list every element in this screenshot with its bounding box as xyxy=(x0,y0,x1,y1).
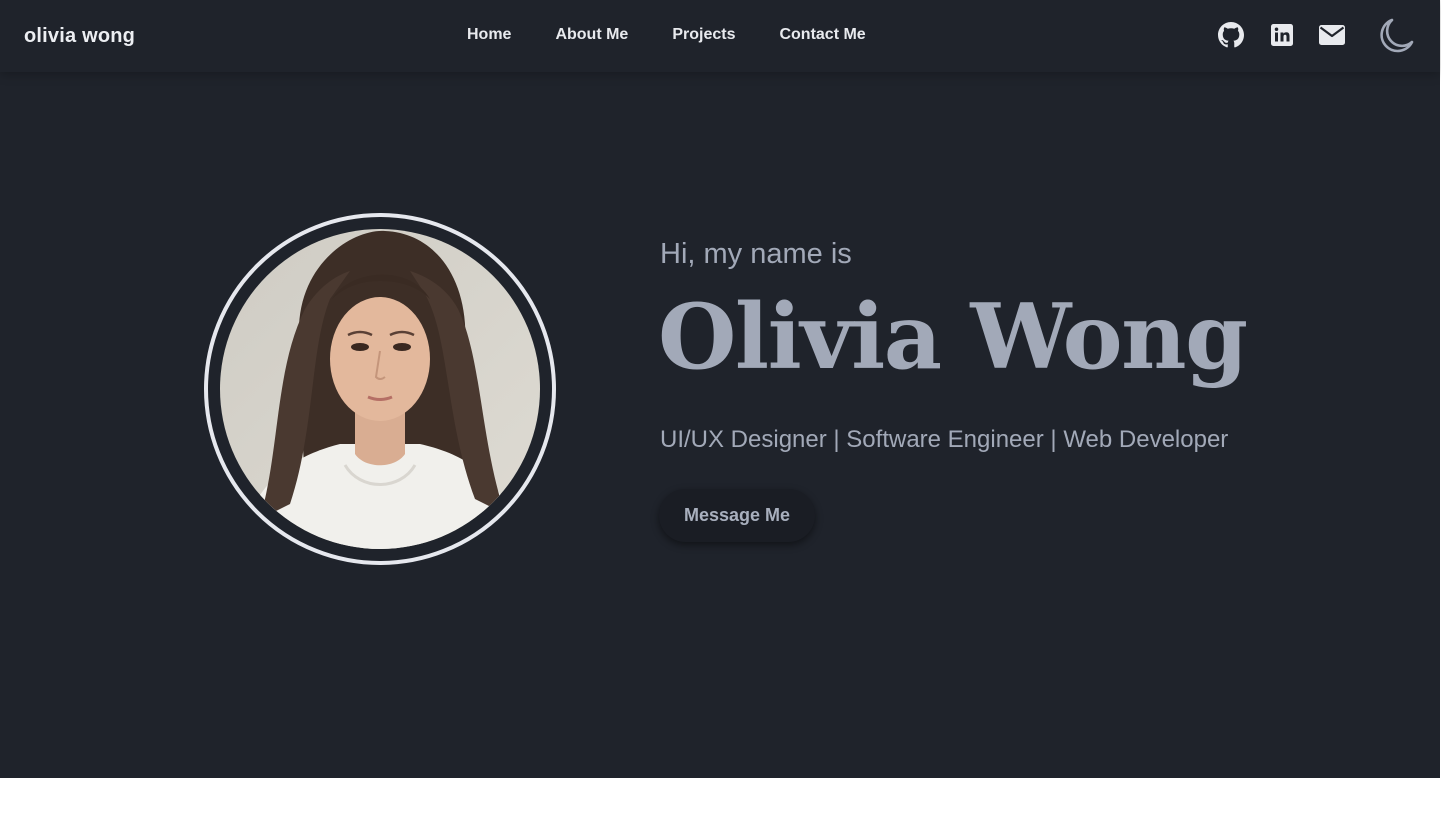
dark-mode-toggle[interactable] xyxy=(1376,16,1416,56)
message-me-button[interactable]: Message Me xyxy=(659,489,815,542)
profile-photo xyxy=(220,229,540,549)
linkedin-icon[interactable] xyxy=(1269,22,1295,48)
nav-link-contact-me[interactable]: Contact Me xyxy=(779,26,865,44)
portfolio-page: olivia wong Home About Me Projects Conta… xyxy=(0,0,1441,837)
brand-logo[interactable]: olivia wong xyxy=(24,25,135,48)
hero-name: Olivia Wong xyxy=(658,284,1248,390)
nav-link-home[interactable]: Home xyxy=(467,26,511,44)
mail-icon[interactable] xyxy=(1318,22,1346,48)
navbar: olivia wong Home About Me Projects Conta… xyxy=(0,0,1440,72)
roles-subtitle: UI/UX Designer | Software Engineer | Web… xyxy=(660,426,1229,453)
moon-icon xyxy=(1376,18,1416,60)
nav-link-about-me[interactable]: About Me xyxy=(555,26,628,44)
intro-text: Hi, my name is xyxy=(660,238,852,270)
nav-links: Home About Me Projects Contact Me xyxy=(467,26,866,44)
github-icon[interactable] xyxy=(1218,22,1244,48)
nav-link-projects[interactable]: Projects xyxy=(672,26,735,44)
